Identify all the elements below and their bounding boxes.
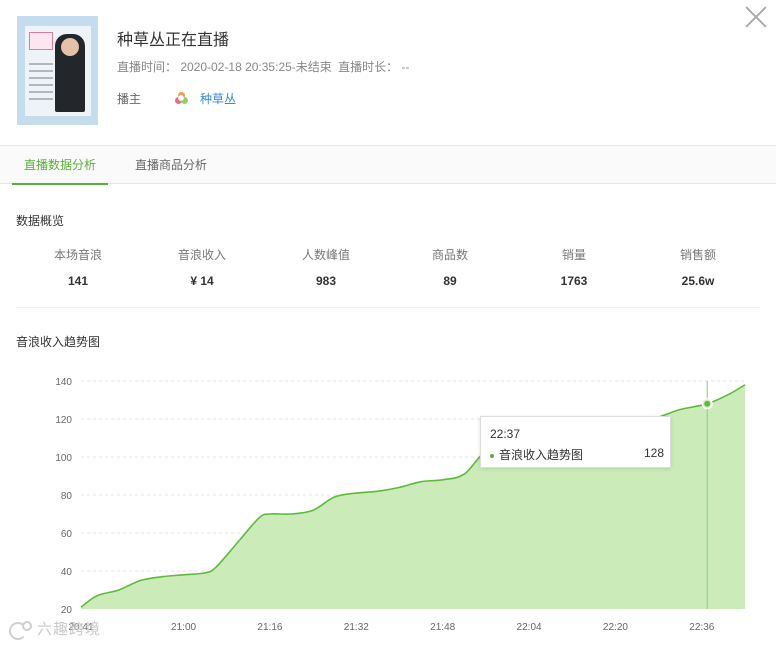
live-time-value: 2020-02-18 20:35:25-未结束	[180, 60, 332, 74]
overview-stats: 本场音浪 141 音浪收入 ¥ 14 人数峰值 983 商品数 89 销量 17…	[16, 246, 760, 308]
stat-label: 人数峰值	[301, 248, 350, 262]
tab-live-product-analysis[interactable]: 直播商品分析	[135, 146, 207, 184]
live-time-label: 直播时间：	[117, 60, 178, 74]
cover-sticker	[29, 32, 53, 50]
chart-tooltip: 22:37 音浪收入趋势图 128	[480, 416, 671, 468]
tooltip-series-name: 音浪收入趋势图	[499, 448, 584, 462]
tooltip-row: 音浪收入趋势图 128	[490, 446, 664, 463]
trend-chart[interactable]: 20 40 60 80 100 120 140 20:41 21:00 21:16 21:32 21:…	[0, 360, 776, 645]
tooltip-value: 128	[643, 446, 664, 460]
stat-product-count: 商品数 89	[388, 246, 512, 288]
x-tick-label: 21:32	[344, 622, 369, 633]
x-tick-label: 21:48	[430, 622, 455, 633]
stat-value: 141	[67, 274, 89, 288]
host-label: 播主	[117, 92, 142, 106]
stat-value: 25.6w	[681, 274, 715, 288]
cover-face	[61, 38, 79, 56]
y-tick-label: 120	[55, 415, 72, 426]
stat-sales-volume: 销量 1763	[512, 246, 636, 288]
stat-peak-viewers: 人数峰值 983	[264, 246, 388, 288]
x-tick-label: 21:16	[257, 622, 282, 633]
x-tick-label: 22:20	[603, 622, 628, 633]
x-tick-label: 22:04	[517, 622, 542, 633]
stat-label: 商品数	[431, 248, 468, 262]
stat-sales-amount: 销售额 25.6w	[636, 246, 760, 288]
watermark-text: 六趣跨境	[37, 621, 102, 638]
hover-point	[704, 400, 711, 407]
cover-poster-image	[25, 26, 91, 116]
stat-value: 1763	[560, 274, 588, 288]
stat-total-yinlang: 本场音浪 141	[16, 246, 140, 288]
live-duration-value: --	[401, 60, 410, 74]
stat-value: 983	[315, 274, 337, 288]
stat-label: 销量	[561, 248, 586, 262]
stat-value: 89	[443, 274, 457, 288]
x-tick-label: 22:36	[689, 622, 714, 633]
trend-chart-title: 音浪收入趋势图	[16, 335, 101, 349]
watermark-logo-icon	[7, 620, 32, 640]
trend-chart-svg: 2040608010012014020:41 21:00 21:16 21:32 21:…	[55, 377, 746, 633]
tooltip-time: 22:37	[490, 427, 521, 441]
y-tick-label: 20	[61, 605, 73, 616]
stat-value: ¥ 14	[190, 274, 214, 288]
tab-bar: 直播数据分析 直播商品分析	[0, 145, 776, 185]
live-cover-thumbnail[interactable]	[17, 16, 98, 125]
tooltip-series-dot	[490, 453, 494, 458]
stat-yinlang-income: 音浪收入 ¥ 14	[140, 246, 264, 288]
live-duration-label: 直播时长：	[338, 60, 399, 74]
tab-live-data-analysis[interactable]: 直播数据分析	[11, 146, 109, 185]
y-tick-label: 140	[55, 377, 72, 388]
host-avatar-icon	[175, 92, 189, 105]
page-title: 种草丛正在直播	[117, 32, 230, 49]
stat-label: 销售额	[679, 248, 716, 262]
y-tick-label: 40	[61, 567, 73, 578]
overview-title: 数据概览	[16, 214, 65, 228]
host-name-link[interactable]: 种草丛	[200, 90, 236, 107]
stat-label: 音浪收入	[177, 248, 226, 262]
y-tick-label: 80	[61, 491, 73, 502]
close-icon[interactable]	[741, 2, 771, 32]
host-row: 播主 种草丛	[117, 90, 236, 107]
watermark: 六趣跨境	[7, 618, 102, 640]
live-header: 种草丛正在直播 直播时间： 2020-02-18 20:35:25-未结束 直播…	[0, 0, 776, 145]
y-tick-label: 100	[55, 453, 72, 464]
live-meta: 直播时间： 2020-02-18 20:35:25-未结束 直播时长： --	[117, 58, 410, 75]
y-tick-label: 60	[61, 529, 73, 540]
stat-label: 本场音浪	[53, 248, 102, 262]
x-tick-label: 21:00	[171, 622, 196, 633]
cover-handwriting	[29, 60, 53, 100]
